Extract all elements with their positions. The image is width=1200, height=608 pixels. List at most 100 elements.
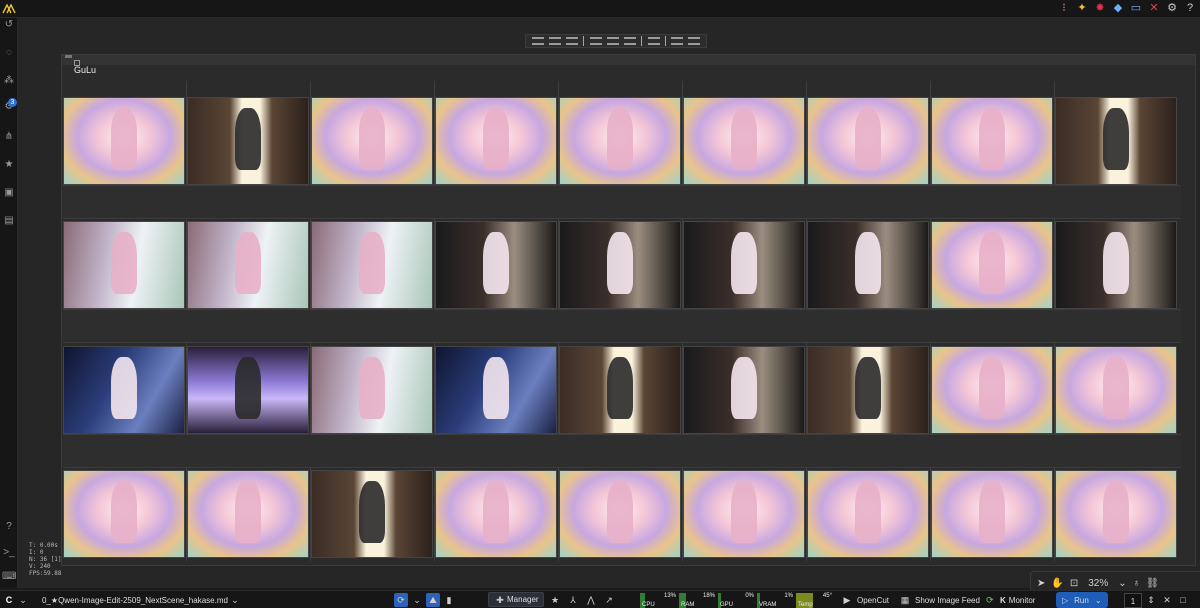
panel-icon[interactable]: □ (1176, 593, 1190, 607)
fit-graph-icon[interactable]: ⛰ (426, 593, 440, 607)
image-thumbnail[interactable] (931, 97, 1053, 185)
image-thumbnail[interactable] (807, 221, 929, 309)
image-thumbnail[interactable] (931, 346, 1053, 434)
image-thumbnail[interactable] (311, 470, 433, 558)
workflow-name[interactable]: 0_★Qwen-Image-Edit-2509_NextScene_hakase… (42, 596, 228, 605)
image-thumbnail[interactable] (63, 221, 185, 309)
image-thumbnail[interactable] (435, 97, 557, 185)
opencut-button[interactable]: ▶ OpenCut (840, 591, 890, 608)
align-right-icon[interactable] (566, 37, 579, 45)
image-thumbnail[interactable] (435, 470, 557, 558)
routing-icon[interactable]: ⋀ (584, 593, 598, 607)
sparkle-icon[interactable]: ✦ (1076, 1, 1088, 15)
image-thumbnail[interactable] (559, 97, 681, 185)
meter-value: 13% (663, 592, 676, 599)
image-thumbnail[interactable] (1055, 346, 1177, 434)
image-thumbnail[interactable] (435, 346, 557, 434)
stepper-icon[interactable]: ⇕ (1144, 593, 1158, 607)
align-top-icon[interactable] (589, 37, 602, 45)
fit-view-icon[interactable]: ⊡ (1070, 578, 1078, 589)
distribute-h-icon[interactable] (647, 37, 660, 45)
keyboard-icon[interactable]: ⌨ (2, 570, 16, 584)
workflows-icon[interactable]: ⋔ (2, 130, 16, 144)
help-icon[interactable]: ? (1184, 1, 1196, 15)
cancel-icon[interactable]: ✕ (1160, 593, 1174, 607)
chevron-down-icon[interactable]: ⌄ (16, 593, 30, 607)
image-thumbnail[interactable] (63, 97, 185, 185)
image-thumbnail[interactable] (931, 221, 1053, 309)
templates-icon[interactable]: ▤ (2, 214, 16, 228)
share-arrow-icon[interactable]: ↗ (602, 593, 616, 607)
chevron-down-icon[interactable]: ⌄ (1118, 578, 1126, 589)
image-thumbnail[interactable] (311, 97, 433, 185)
queue-icon[interactable]: ◌ (2, 46, 16, 60)
align-left-icon[interactable] (531, 37, 544, 45)
image-thumbnail[interactable] (683, 346, 805, 434)
monitor-button[interactable]: K Monitor (1000, 591, 1035, 608)
chevron-down-icon[interactable]: ⌄ (410, 593, 424, 607)
align-bottom-icon[interactable] (624, 37, 637, 45)
image-thumbnail[interactable] (807, 346, 929, 434)
image-thumbnail[interactable] (435, 221, 557, 309)
star-icon[interactable]: ★ (548, 593, 562, 607)
image-thumbnail[interactable] (683, 97, 805, 185)
dots-icon[interactable]: ⁝ (1058, 1, 1070, 15)
image-thumbnail[interactable] (559, 346, 681, 434)
select-pointer-icon[interactable]: ➤ (1037, 578, 1045, 589)
image-thumbnail[interactable] (683, 221, 805, 309)
image-thumbnail[interactable] (1055, 470, 1177, 558)
queue-mode-icon[interactable]: ⟳ (394, 593, 408, 607)
image-thumbnail[interactable] (1055, 97, 1177, 185)
refresh-icon[interactable]: ⟳ (983, 593, 997, 607)
image-preview-node[interactable]: GuLu (61, 54, 1196, 566)
graph-canvas[interactable]: GuLu ➤ ✋ ⊡ 32% ⌄ ♁ ⛓ (18, 18, 1200, 595)
bookmark-icon[interactable]: ▮ (442, 593, 456, 607)
star-burst-icon[interactable]: ✸ (1094, 1, 1106, 15)
distribute-space-icon[interactable] (688, 37, 701, 45)
image-thumbnail[interactable] (187, 470, 309, 558)
image-thumbnail[interactable] (807, 97, 929, 185)
manager-button[interactable]: ✚ Manager (488, 592, 544, 607)
align-middle-icon[interactable] (606, 37, 619, 45)
chevron-down-icon[interactable]: ⌄ (1095, 596, 1102, 605)
node-library-icon[interactable]: ⁂ (2, 74, 16, 88)
monitor-icon[interactable]: ▭ (1130, 1, 1142, 15)
image-thumbnail[interactable] (559, 470, 681, 558)
image-thumbnail[interactable] (187, 97, 309, 185)
gear-icon[interactable]: ⚙ (1166, 1, 1178, 15)
terminal-icon[interactable]: >_ (2, 546, 16, 560)
compass-icon[interactable]: ⅄ (566, 593, 580, 607)
image-thumbnail[interactable] (1055, 221, 1177, 309)
node-header[interactable] (62, 55, 1195, 65)
image-thumbnail[interactable] (931, 470, 1053, 558)
distribute-v-icon[interactable] (671, 37, 684, 45)
pill-icon[interactable]: ◆ (1112, 1, 1124, 15)
image-thumbnail[interactable] (63, 346, 185, 434)
separator (583, 36, 585, 46)
node-collapse-handle[interactable] (65, 55, 72, 58)
image-thumbnail[interactable] (683, 470, 805, 558)
image-thumbnail[interactable] (187, 221, 309, 309)
images-icon[interactable]: ▣ (2, 186, 16, 200)
run-button[interactable]: ▷ Run ⌄ (1056, 592, 1108, 608)
hand-pan-icon[interactable]: ✋ (1051, 578, 1063, 589)
align-center-icon[interactable] (548, 37, 561, 45)
image-thumbnail[interactable] (63, 470, 185, 558)
show-image-feed-button[interactable]: ▦ Show Image Feed ⟳ (898, 591, 997, 608)
comfy-logo-icon[interactable] (0, 0, 18, 18)
image-thumbnail[interactable] (311, 221, 433, 309)
image-thumbnail[interactable] (807, 470, 929, 558)
image-thumbnail[interactable] (311, 346, 433, 434)
close-x-icon[interactable]: ✕ (1148, 1, 1160, 15)
link-off-icon[interactable]: ⛓ (1146, 578, 1159, 589)
help-circle-icon[interactable]: ? (2, 520, 16, 534)
image-thumbnail[interactable] (187, 346, 309, 434)
history-icon[interactable]: ↺ (2, 18, 16, 32)
favorites-icon[interactable]: ★ (2, 158, 16, 172)
lightbulb-icon[interactable]: ♁ (1133, 578, 1141, 589)
zoom-level[interactable]: 32% (1084, 578, 1112, 589)
chevron-down-icon[interactable]: ⌄ (228, 593, 242, 607)
workflow-tab[interactable]: C ⌄ 0_★Qwen-Image-Edit-2509_NextScene_ha… (2, 591, 242, 608)
run-count-input[interactable]: 1 (1124, 592, 1142, 608)
image-thumbnail[interactable] (559, 221, 681, 309)
